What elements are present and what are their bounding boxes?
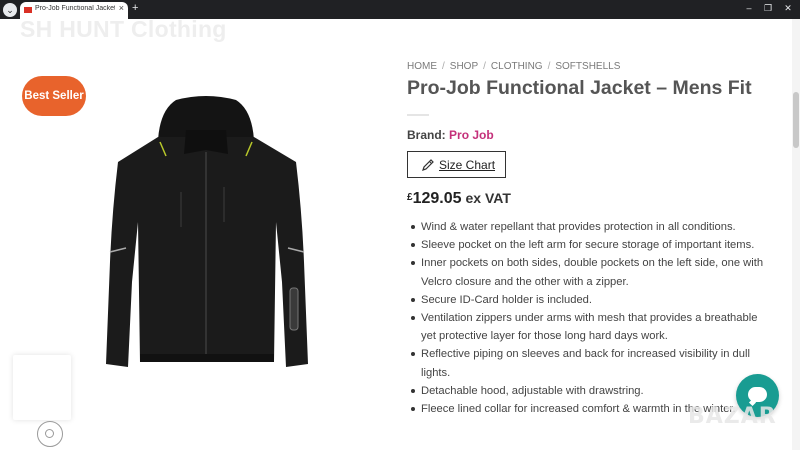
breadcrumb-shop[interactable]: SHOP — [450, 61, 478, 72]
new-tab-icon[interactable]: + — [132, 2, 138, 14]
favicon-icon — [24, 7, 32, 13]
breadcrumb-softshells[interactable]: SOFTSHELLS — [555, 61, 620, 72]
zoom-icon[interactable] — [37, 421, 63, 447]
minimize-icon[interactable]: – — [741, 3, 757, 13]
breadcrumb-separator: / — [442, 61, 445, 72]
site-logo-text[interactable]: SH HUNT Clothing — [20, 16, 227, 43]
price-amount: 129.05 — [412, 190, 462, 207]
product-image[interactable] — [96, 92, 316, 377]
feature-item: Ventilation zippers under arms with mesh… — [410, 309, 770, 345]
breadcrumb: HOME / SHOP / CLOTHING / SOFTSHELLS — [407, 61, 620, 72]
price-suffix: ex VAT — [465, 190, 511, 206]
size-chart-label: Size Chart — [439, 158, 496, 172]
close-window-icon[interactable]: ✕ — [780, 3, 796, 14]
thumbnail-box[interactable] — [13, 355, 71, 420]
feature-item: Inner pockets on both sides, double pock… — [410, 254, 770, 290]
tab-menu-icon[interactable]: ⌄ — [3, 3, 17, 17]
brand-link[interactable]: Pro Job — [449, 128, 494, 142]
price-currency: £ — [407, 192, 413, 203]
breadcrumb-home[interactable]: HOME — [407, 61, 437, 72]
best-seller-badge: Best Seller — [22, 76, 86, 116]
size-chart-button[interactable]: Size Chart — [407, 151, 506, 178]
tab-title: Pro-Job Functional Jacket - Men — [35, 5, 115, 12]
breadcrumb-clothing[interactable]: CLOTHING — [491, 61, 543, 72]
bazar-watermark: BAZAR — [688, 404, 777, 429]
chat-icon — [748, 387, 767, 402]
feature-item: Reflective piping on sleeves and back fo… — [410, 345, 770, 381]
feature-item: Sleeve pocket on the left arm for secure… — [410, 236, 770, 254]
tab-close-icon[interactable]: × — [119, 3, 124, 13]
feature-list: Wind & water repellant that provides pro… — [410, 218, 770, 430]
breadcrumb-separator: / — [547, 61, 551, 72]
feature-item: Wind & water repellant that provides pro… — [410, 218, 770, 236]
price: £129.05 ex VAT — [407, 190, 511, 208]
feature-item: Secure ID-Card holder is included. — [410, 291, 770, 309]
feature-item: Detachable hood, adjustable with drawstr… — [410, 382, 770, 400]
scrollbar-thumb[interactable] — [793, 92, 799, 148]
maximize-icon[interactable]: ❐ — [760, 3, 776, 14]
scrollbar-track[interactable] — [792, 19, 800, 450]
title-divider — [407, 114, 429, 116]
breadcrumb-separator: / — [483, 61, 486, 72]
brand-label: Brand: — [407, 128, 446, 142]
brand-line: Brand: Pro Job — [407, 128, 494, 142]
product-title: Pro-Job Functional Jacket – Mens Fit — [407, 77, 752, 99]
pencil-icon — [422, 159, 434, 171]
